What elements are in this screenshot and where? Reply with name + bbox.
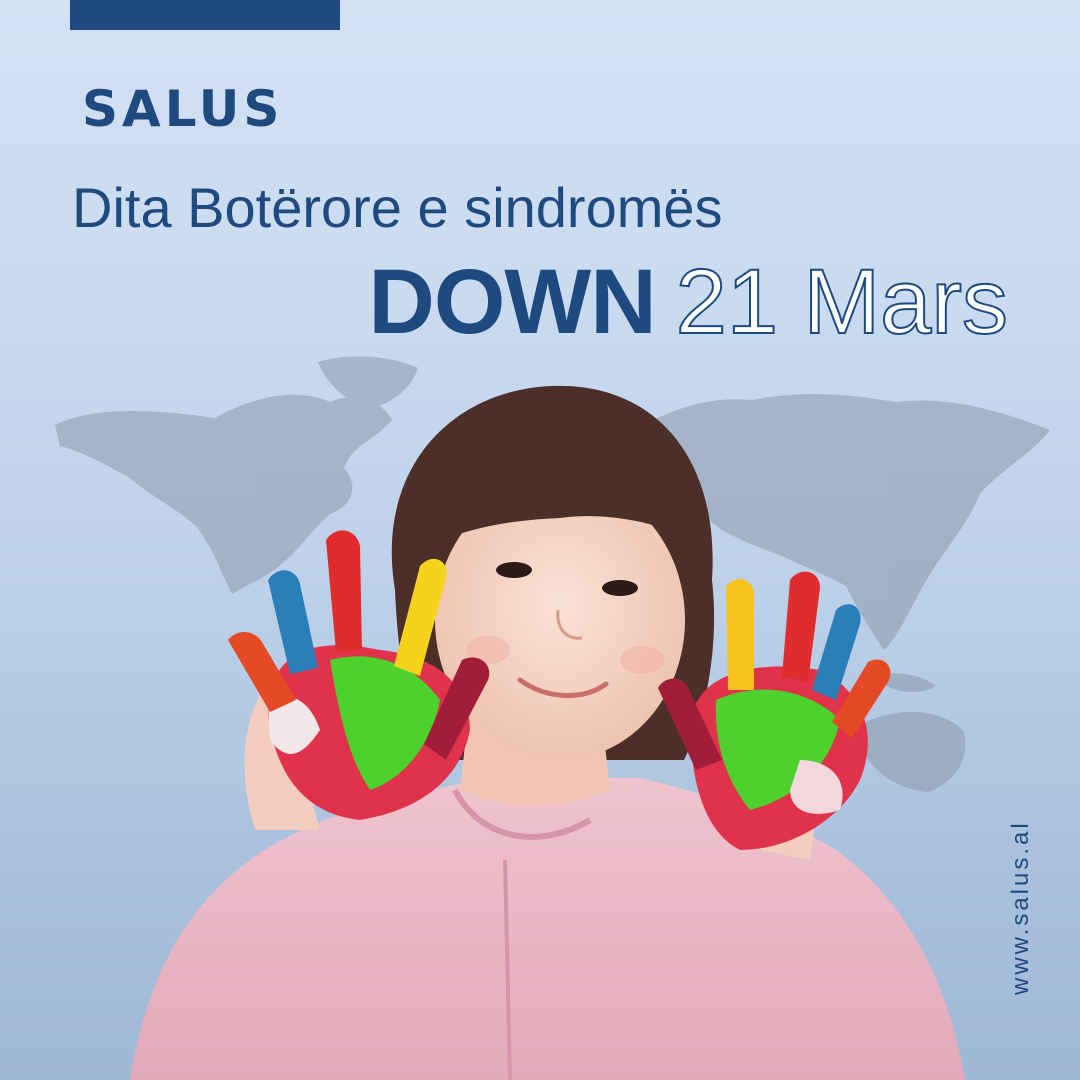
headline-emphasis: DOWN	[368, 251, 656, 353]
website-url[interactable]: www.salus.al	[1007, 820, 1035, 995]
top-accent-bar	[70, 0, 340, 30]
eye-left	[496, 562, 532, 578]
headline-date: 21 Mars	[675, 251, 1009, 353]
eye-right	[602, 580, 638, 596]
brand-logo: SALUS	[82, 80, 284, 138]
child-photo	[130, 385, 965, 1080]
headline-line1: Dita Botërore e sindromës	[72, 176, 723, 239]
poster: SALUS Dita Botërore e sindromës DOWN 21 M…	[0, 0, 1080, 1080]
headline-row: DOWN 21 Mars	[368, 255, 1009, 349]
